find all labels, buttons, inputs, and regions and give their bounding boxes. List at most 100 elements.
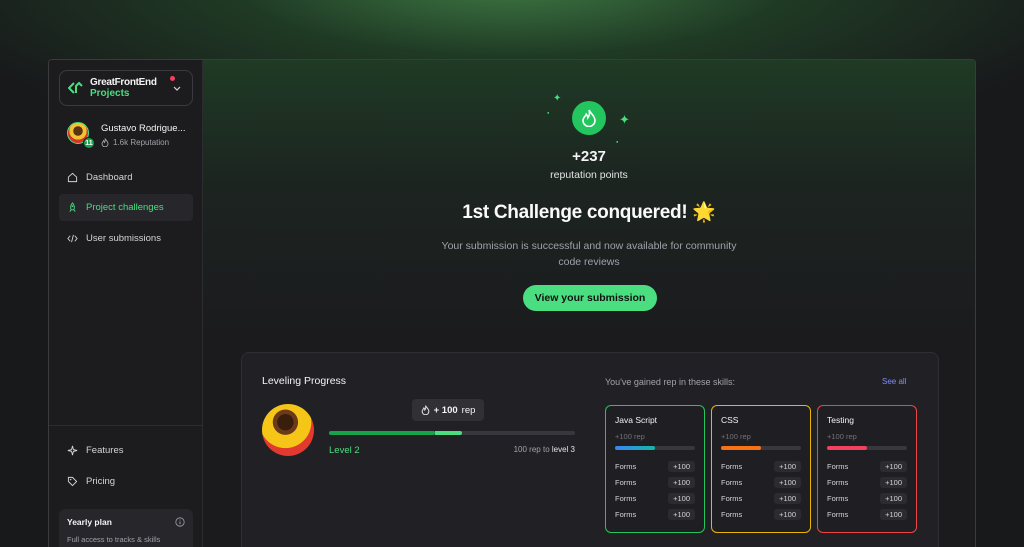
skill-row: Forms +100	[827, 508, 907, 520]
skill-row-label: Forms	[827, 461, 849, 471]
skill-row-label: Forms	[827, 493, 849, 503]
sidebar-item-label: Pricing	[86, 476, 116, 487]
skill-row-value: +100	[880, 460, 907, 472]
sidebar-item-features[interactable]: Features	[59, 437, 193, 464]
user-profile[interactable]: 11 Gustavo Rodrigue... 1.6k Reputation	[59, 122, 193, 150]
sidebar-item-label: Features	[86, 445, 124, 456]
sidebar: GreatFrontEnd Projects 11 Gustavo Rodrig…	[49, 60, 203, 547]
skill-row-value: +100	[774, 492, 801, 504]
rocket-icon	[69, 202, 76, 212]
page-title: 1st Challenge conquered! 🌟	[462, 202, 716, 223]
code-icon	[67, 234, 78, 243]
skill-row: Forms +100	[615, 492, 695, 504]
skill-row: Forms +100	[721, 460, 801, 472]
skill-row-value: +100	[880, 476, 907, 488]
skill-card[interactable]: CSS +100 rep Forms +100 Forms +100 Forms +100 Fo…	[711, 405, 811, 533]
flame-icon	[421, 405, 429, 415]
sparkle-icon: ●	[547, 110, 550, 115]
sparkle-icon: ●	[616, 139, 619, 144]
home-icon	[67, 172, 78, 183]
skill-row-label: Forms	[615, 509, 637, 519]
sidebar-item-dashboard[interactable]: Dashboard	[59, 164, 193, 191]
leveling-title: Leveling Progress	[262, 375, 347, 387]
leveling-card: Leveling Progress + 100 rep Level 2 100 …	[241, 352, 939, 547]
skill-row: Forms +100	[721, 476, 801, 488]
level-badge: 11	[83, 137, 95, 149]
flame-icon	[582, 109, 596, 127]
skill-progress-fill	[827, 446, 867, 450]
level-progress-bar	[329, 431, 575, 435]
next-level-label: level 3	[551, 445, 575, 454]
sidebar-item-label: Dashboard	[86, 172, 133, 183]
view-submission-button[interactable]: View your submission	[523, 285, 657, 311]
plan-card[interactable]: Yearly plan Full access to tracks & skil…	[59, 509, 193, 547]
see-all-link[interactable]: See all	[882, 377, 906, 386]
avatar	[262, 404, 314, 456]
sparkle-icon: ✦	[553, 93, 562, 104]
main-content: ✦ ● ✦ ● +237 reputation points 1st Chall…	[203, 60, 975, 547]
skill-progress-fill	[615, 446, 655, 450]
skill-row: Forms +100	[615, 508, 695, 520]
skill-row-label: Forms	[721, 477, 743, 487]
skill-progress-fill	[721, 446, 761, 450]
skill-row-label: Forms	[721, 509, 743, 519]
skill-row-value: +100	[880, 492, 907, 504]
tooltip-amount: + 100	[433, 404, 458, 416]
tooltip-unit: rep	[461, 404, 476, 416]
info-icon[interactable]	[175, 517, 185, 527]
skill-row: Forms +100	[615, 476, 695, 488]
skill-row-label: Forms	[615, 493, 637, 503]
brand-product: Projects	[90, 88, 130, 99]
sidebar-item-project-challenges[interactable]: Project challenges	[59, 194, 193, 221]
skill-row-value: +100	[774, 460, 801, 472]
skill-rep: +100 rep	[827, 432, 857, 441]
rep-to-text: 100 rep to	[513, 445, 550, 454]
skill-name: Java Script	[615, 415, 658, 425]
sidebar-item-user-submissions[interactable]: User submissions	[59, 225, 193, 252]
notification-dot	[170, 76, 175, 81]
skill-progress-bar	[721, 446, 801, 450]
level-progress-fill	[329, 431, 435, 435]
skill-row-value: +100	[774, 476, 801, 488]
chevron-down-icon	[173, 86, 181, 91]
tag-icon	[67, 476, 78, 487]
user-reputation-text: 1.6k Reputation	[113, 138, 170, 147]
reputation-points: +237	[572, 148, 606, 165]
skill-row-value: +100	[668, 508, 695, 520]
skill-row-label: Forms	[721, 493, 743, 503]
skill-row-label: Forms	[721, 461, 743, 471]
skill-progress-bar	[827, 446, 907, 450]
skill-card[interactable]: Testing +100 rep Forms +100 Forms +100 Forms +1…	[817, 405, 917, 533]
skills-title: You've gained rep in these skills:	[605, 377, 735, 387]
user-name: Gustavo Rodrigue...	[101, 123, 186, 134]
skill-rep: +100 rep	[615, 432, 645, 441]
sparkle-icon	[67, 445, 78, 456]
skill-name: CSS	[721, 415, 739, 425]
rep-gain-tooltip: + 100 rep	[412, 399, 484, 421]
sidebar-divider	[49, 425, 203, 426]
skill-row-value: +100	[668, 460, 695, 472]
level-progress-gain	[434, 431, 462, 435]
skill-row: Forms +100	[827, 460, 907, 472]
skill-name: Testing	[827, 415, 854, 425]
skill-row-value: +100	[668, 476, 695, 488]
success-description: Your submission is successful and now av…	[441, 240, 737, 268]
logo-icon	[68, 81, 83, 94]
brand-switcher[interactable]: GreatFrontEnd Projects	[59, 70, 193, 106]
sparkle-icon: ✦	[619, 112, 630, 127]
skill-row: Forms +100	[827, 476, 907, 488]
reputation-flame-badge	[572, 101, 606, 135]
skill-row: Forms +100	[615, 460, 695, 472]
rep-to-next-level: 100 rep to level 3	[475, 445, 575, 454]
skill-row-value: +100	[880, 508, 907, 520]
skill-row-label: Forms	[827, 477, 849, 487]
skill-card[interactable]: Java Script +100 rep Forms +100 Forms +100 For…	[605, 405, 705, 533]
app-window: GreatFrontEnd Projects 11 Gustavo Rodrig…	[48, 59, 976, 547]
skill-row-label: Forms	[615, 461, 637, 471]
flame-icon	[101, 138, 109, 147]
current-level: Level 2	[329, 445, 360, 456]
skill-progress-bar	[615, 446, 695, 450]
skill-rep: +100 rep	[721, 432, 751, 441]
brand-name: GreatFrontEnd	[90, 77, 157, 88]
sidebar-item-pricing[interactable]: Pricing	[59, 468, 193, 495]
